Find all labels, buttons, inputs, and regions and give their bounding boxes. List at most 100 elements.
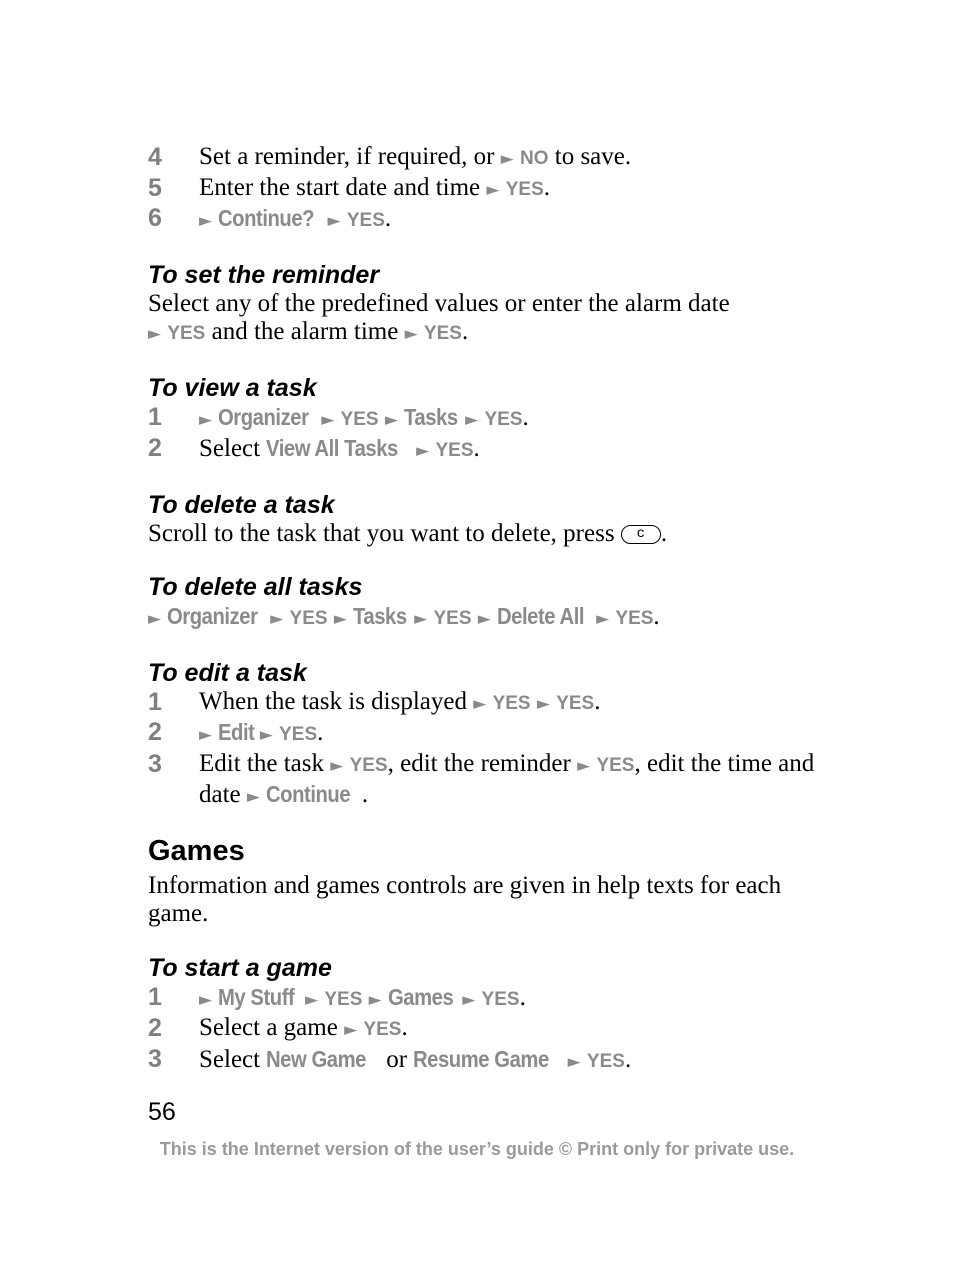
- arrow-icon: ►: [577, 755, 591, 776]
- arrow-icon: ►: [567, 1051, 581, 1072]
- paragraph: Scroll to the task that you want to dele…: [148, 520, 828, 549]
- softkey: YES: [596, 754, 635, 776]
- softkey: YES: [505, 178, 544, 200]
- text: .: [361, 781, 369, 808]
- paragraph: ► Organizer ► YES ► Tasks ► YES ► Delete A…: [148, 602, 828, 634]
- arrow-icon: ►: [473, 693, 487, 714]
- step-number: 3: [148, 749, 162, 778]
- softkey: YES: [435, 440, 474, 461]
- step-6: 6 ► Continue? ► YES.: [148, 204, 828, 236]
- text: .: [594, 687, 601, 715]
- arrow-icon: ►: [384, 409, 398, 430]
- text: .: [522, 403, 529, 431]
- arrow-icon: ►: [327, 211, 341, 231]
- text: .: [653, 603, 660, 630]
- arrow-icon: ►: [416, 441, 430, 461]
- arrow-icon: ►: [500, 149, 514, 169]
- text: When the task is displayed: [199, 687, 474, 715]
- page-content: 4 Set a reminder, if required, or ► NO to…: [148, 143, 828, 1076]
- text: .: [519, 983, 526, 1011]
- softkey: YES: [484, 408, 523, 430]
- text: .: [401, 1014, 408, 1041]
- arrow-icon: ►: [199, 989, 213, 1010]
- menu-item: Organizer: [167, 603, 258, 629]
- step-3: 3 Edit the task ► YES, edit the reminder …: [148, 750, 828, 812]
- step-2: 2 ► Edit ► YES.: [148, 718, 828, 750]
- arrow-icon: ►: [462, 989, 476, 1010]
- text: .: [660, 519, 668, 547]
- arrow-icon: ►: [270, 609, 284, 629]
- step-number: 2: [148, 1014, 162, 1042]
- step-1: 1 ► My Stuff ► YES ► Games ► YES.: [148, 983, 828, 1015]
- section-title: To view a task: [148, 373, 317, 402]
- menu-item: Edit: [218, 719, 255, 745]
- text: to save.: [548, 143, 632, 170]
- softkey: YES: [556, 692, 595, 714]
- step-5: 5 Enter the start date and time ► YES.: [148, 174, 828, 205]
- step-number: 1: [148, 402, 162, 431]
- text: .: [317, 719, 324, 746]
- text: Edit the task: [199, 749, 331, 777]
- arrow-icon: ►: [321, 409, 335, 430]
- step-4: 4 Set a reminder, if required, or ► NO to…: [148, 143, 828, 174]
- softkey: NO: [520, 148, 549, 169]
- menu-item: Tasks: [353, 603, 407, 629]
- arrow-icon: ►: [465, 409, 479, 430]
- text: Select: [199, 435, 267, 462]
- step-2: 2 Select a game ► YES.: [148, 1014, 828, 1045]
- menu-item: Delete All: [497, 603, 585, 629]
- menu-item: New Game: [266, 1045, 367, 1072]
- softkey: YES: [279, 724, 318, 745]
- softkey: YES: [167, 323, 206, 344]
- c-key-icon: c: [620, 525, 661, 545]
- text: .: [384, 205, 392, 232]
- arrow-icon: ►: [368, 989, 382, 1010]
- arrow-icon: ►: [330, 755, 344, 776]
- softkey: YES: [481, 988, 520, 1010]
- text: Set a reminder, if required, or: [199, 143, 501, 170]
- arrow-icon: ►: [344, 1020, 358, 1040]
- menu-item: Organizer: [218, 403, 309, 430]
- footer-notice: This is the Internet version of the user…: [159, 1139, 795, 1159]
- arrow-icon: ►: [333, 609, 347, 629]
- text: , edit the reminder: [387, 749, 578, 777]
- step-number: 1: [148, 982, 162, 1011]
- step-3: 3 Select New Game or Resume Game ► YES.: [148, 1045, 828, 1077]
- section-title: To delete all tasks: [148, 573, 363, 601]
- text: Select a game: [199, 1014, 345, 1041]
- arrow-icon: ►: [199, 211, 213, 231]
- arrow-icon: ►: [596, 609, 610, 629]
- paragraph: Select any of the predefined values or e…: [148, 290, 828, 349]
- step-number: 3: [148, 1044, 162, 1073]
- step-number: 1: [148, 687, 162, 716]
- arrow-icon: ►: [477, 609, 491, 629]
- softkey: YES: [349, 754, 388, 776]
- menu-item: My Stuff: [218, 983, 295, 1010]
- menu-item: Continue: [266, 781, 351, 807]
- text: .: [473, 435, 480, 462]
- step-2: 2 Select View All Tasks ► YES.: [148, 434, 828, 466]
- section-title: To set the reminder: [148, 260, 380, 289]
- step-number: 2: [148, 718, 162, 746]
- softkey: YES: [423, 323, 462, 344]
- step-number: 4: [148, 143, 162, 171]
- menu-item: Tasks: [404, 403, 458, 430]
- page-number: 56: [148, 1098, 176, 1126]
- menu-item: Resume Game: [413, 1045, 550, 1072]
- paragraph: Information and games controls are given…: [148, 871, 782, 928]
- arrow-icon: ►: [414, 609, 428, 629]
- games-heading: Games: [148, 834, 245, 867]
- arrow-icon: ►: [536, 693, 550, 714]
- step-1: 1 When the task is displayed ► YES ► YES.: [148, 688, 828, 719]
- text: and the alarm time: [205, 318, 405, 345]
- softkey: YES: [492, 692, 531, 714]
- text: Select any of the predefined values or e…: [148, 289, 730, 317]
- step-1: 1 ► Organizer ► YES ► Tasks ► YES.: [148, 403, 828, 435]
- section-title: To delete a task: [148, 490, 335, 519]
- text: Scroll to the task that you want to dele…: [148, 519, 621, 547]
- text: or: [379, 1045, 414, 1073]
- menu-item: Games: [387, 983, 454, 1010]
- text: .: [624, 1045, 632, 1073]
- softkey: YES: [586, 1050, 625, 1072]
- arrow-icon: ►: [246, 787, 260, 807]
